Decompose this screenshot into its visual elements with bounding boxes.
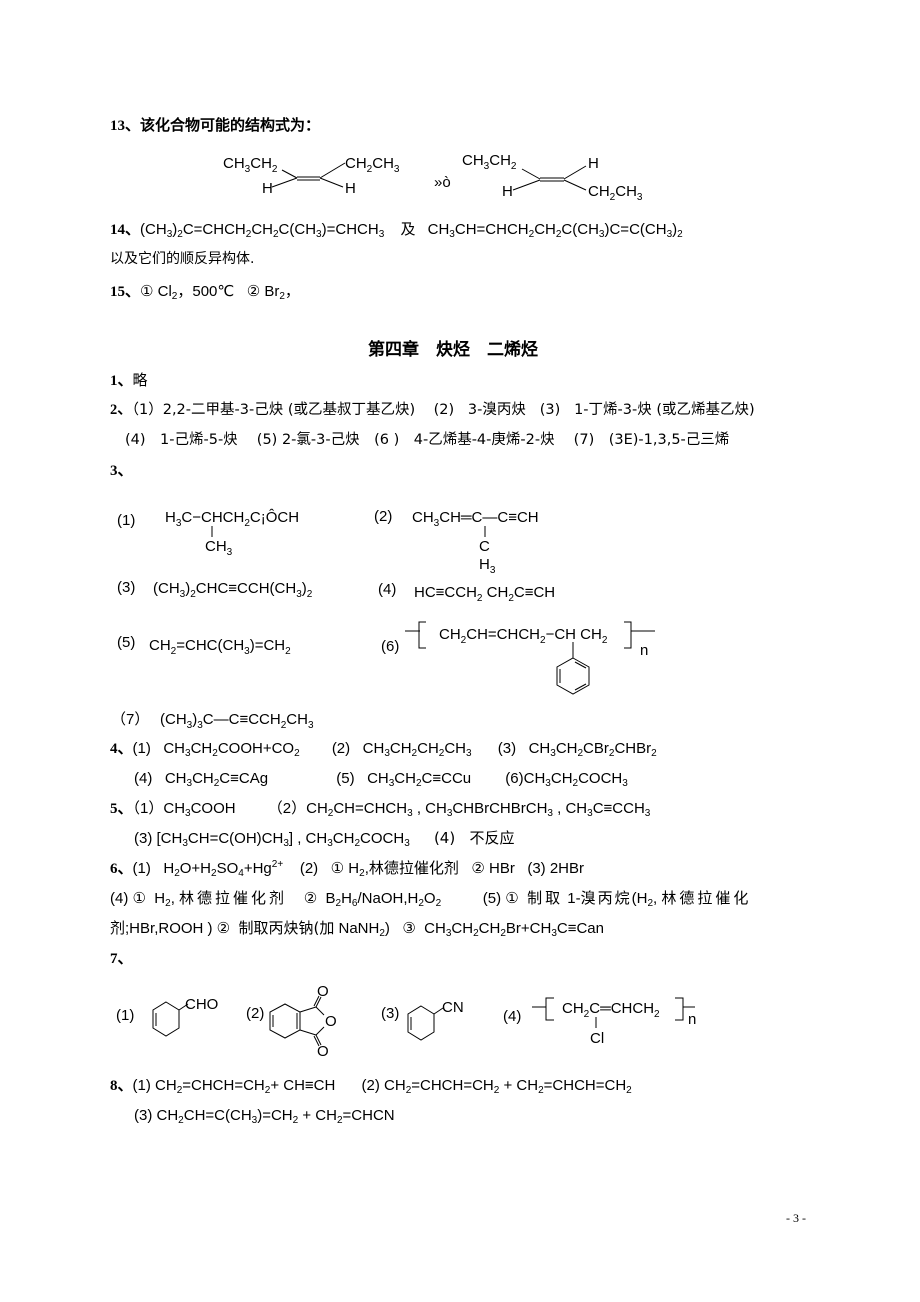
q7-item2-atom-o-ring: O	[325, 1013, 337, 1030]
q7-item4-main: CH2C═CHCH2	[562, 1000, 660, 1020]
q7-item4-subscript: n	[688, 1011, 696, 1028]
q8-item3: (3) CH2CH=C(CH3)=CH2 + CH2=CHCN	[134, 1107, 395, 1126]
cyclohexene-ring	[407, 1005, 435, 1041]
q7-item1-substituent: CHO	[185, 996, 218, 1013]
bracket-right	[675, 997, 684, 1021]
q7-item2-atom-o-bottom: O	[317, 1043, 329, 1060]
q7-item4-branch: Cl	[590, 1030, 604, 1047]
bond	[315, 1006, 325, 1016]
bond	[315, 1026, 325, 1036]
q7-item1-num: (1)	[116, 1007, 134, 1024]
cyclohexadiene-ring	[269, 1003, 301, 1039]
bracket-left	[545, 997, 554, 1021]
ch4-q8-line2: (3) CH2CH=C(CH3)=CH2 + CH2=CHCN	[134, 1107, 395, 1126]
q7-item3-substituent: CN	[442, 999, 464, 1016]
ch4-q8-line1: 8、(1) CH2=CHCH=CH2+ CH≡CH (2) CH2=CHCH=C…	[110, 1076, 632, 1096]
q7-item2-atom-o-top: O	[317, 983, 329, 1000]
bond	[299, 1029, 317, 1036]
q8-item1: (1) CH2=CHCH=CH2+ CH≡CH	[132, 1077, 336, 1096]
page-number: - 3 -	[786, 1211, 806, 1225]
bond	[299, 1006, 317, 1013]
q8-item2: (2) CH2=CHCH=CH2 + CH2=CHCH=CH2	[361, 1077, 632, 1096]
ch4-q7-structures: (1) CHO (2) O O O (3) CN (4) CH2C═CHCH2 …	[116, 983, 696, 1060]
q7-item4-num: (4)	[503, 1008, 521, 1025]
cyclohexene-ring	[152, 1001, 180, 1037]
q7-item2-num: (2)	[246, 1005, 264, 1022]
q7-item3-num: (3)	[381, 1005, 399, 1022]
